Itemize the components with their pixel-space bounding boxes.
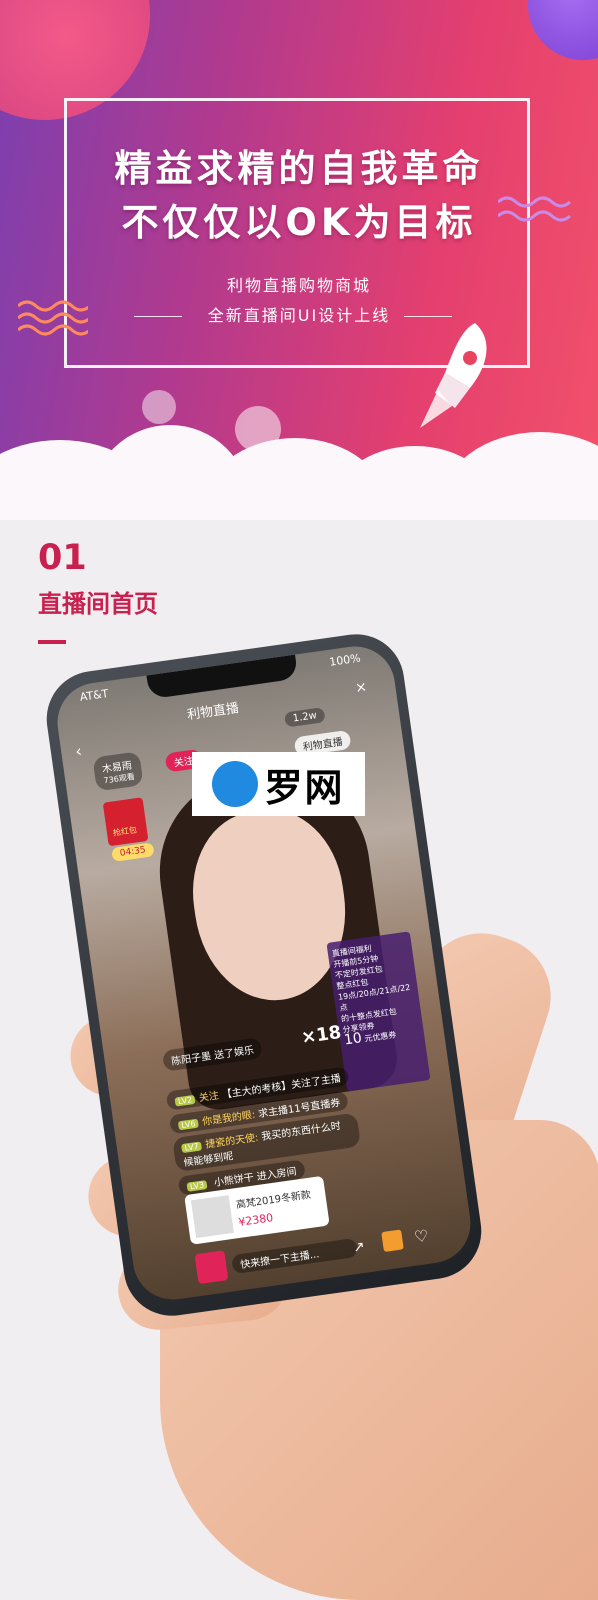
share-icon[interactable]: ↗ — [352, 1239, 366, 1256]
bubble — [142, 390, 176, 424]
product-price: ¥2380 — [237, 1211, 275, 1229]
decor-blob — [528, 0, 598, 60]
hero-banner: 精益求精的自我革命 不仅仅以OK为目标 利物直播购物商城 全新直播间UI设计上线 — [0, 0, 598, 520]
wave-decor-icon — [498, 196, 571, 222]
chat-input[interactable]: 快来撩一下主播... — [230, 1237, 359, 1275]
status-carrier: AT&T — [78, 687, 110, 704]
product-image — [190, 1195, 234, 1239]
divider — [404, 316, 452, 317]
shopping-bag-icon[interactable] — [194, 1250, 229, 1285]
sub-line-1: 利物直播购物商城 — [226, 276, 371, 295]
headline-1: 精益求精的自我革命 — [114, 147, 484, 190]
level-badge: LV2 — [174, 1094, 196, 1107]
promo-coupon-note: 元优惠券 — [363, 1030, 397, 1044]
gift-icon[interactable] — [381, 1229, 404, 1253]
status-battery: 100% — [328, 651, 362, 669]
cloud — [440, 432, 598, 520]
section-title: 直播间首页 — [38, 590, 158, 618]
wave-decor-icon — [18, 300, 88, 336]
page-title: 利物直播 — [186, 700, 240, 724]
product-name: 高梵2019冬新款 — [235, 1189, 312, 1212]
section-number: 01 — [38, 538, 87, 578]
watermark-logo: 罗网 — [192, 752, 365, 816]
sub-line-2: 全新直播间UI设计上线 — [207, 306, 391, 325]
promo-coupon: 10 — [343, 1030, 363, 1049]
chat-user: 你是我的眼: — [201, 1109, 256, 1128]
chat-user — [210, 1178, 212, 1189]
host-info[interactable]: 木易雨 736观看 — [92, 751, 144, 792]
gift-text: 送了娱乐 — [213, 1045, 255, 1062]
red-packet-icon[interactable] — [102, 797, 149, 847]
bubble — [235, 406, 281, 452]
chat-user: 捷瓷的天使: — [204, 1132, 260, 1151]
viewer-count: 1.2w — [283, 707, 326, 728]
rocket-icon — [420, 323, 487, 428]
chat-user: 关注 — [198, 1090, 220, 1105]
level-badge: LV7 — [181, 1141, 203, 1154]
phone-mockup: AT&T 100% 利物直播 ‹ × 木易雨 736观看 关注 1.2w 利物直… — [40, 628, 488, 1322]
level-badge: LV6 — [177, 1118, 200, 1131]
red-packet-timer: 04:35 — [111, 842, 155, 862]
divider — [134, 316, 182, 317]
section-underline — [38, 640, 66, 644]
level-badge: LV3 — [186, 1180, 208, 1192]
gift-sender: 陈阳子墨 — [170, 1051, 212, 1068]
logo-text: 罗网 — [264, 765, 345, 810]
logo-icon — [212, 761, 259, 807]
close-icon[interactable]: × — [354, 679, 368, 696]
back-icon[interactable]: ‹ — [74, 741, 83, 761]
heart-icon[interactable]: ♡ — [413, 1226, 430, 1247]
